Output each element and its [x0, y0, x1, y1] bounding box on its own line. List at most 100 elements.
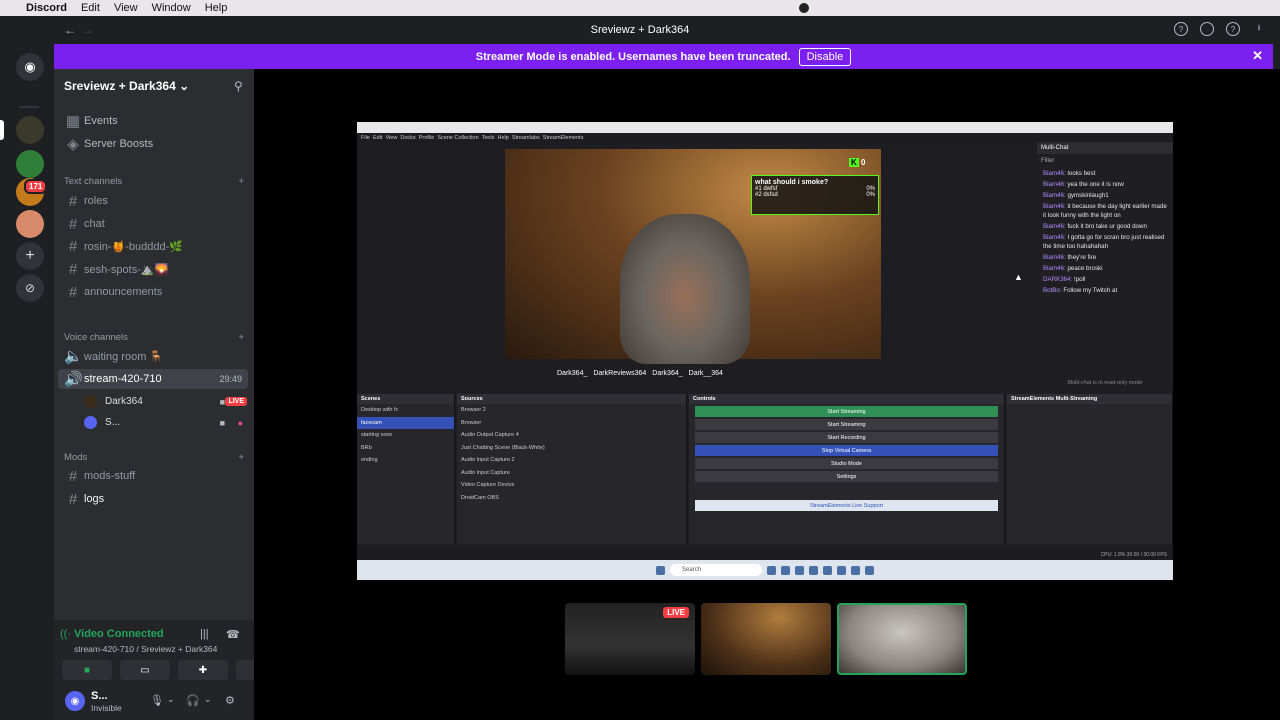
discord-home-icon[interactable]: ◉	[16, 53, 44, 81]
scene-item[interactable]: BRb	[357, 442, 454, 455]
server-icon-avatar[interactable]	[16, 210, 44, 238]
headphones-icon[interactable]: 🎧	[186, 694, 200, 707]
start-streaming-button-2[interactable]: Start Streaming	[695, 419, 998, 430]
taskbar-app-icon[interactable]	[865, 565, 874, 575]
poll-overlay: what should i smoke? #1 dwfsf 0% #2 dsfsd…	[751, 175, 879, 215]
back-arrow-icon[interactable]: ←	[64, 23, 76, 37]
settings-gear-icon[interactable]: ⚙	[225, 694, 235, 707]
menu-window[interactable]: Window	[152, 2, 191, 14]
source-item[interactable]: Audio Output Capture 4	[457, 429, 686, 442]
studio-mode-button[interactable]: Studio Mode	[695, 458, 998, 469]
obs-menu-item[interactable]: Streamlabs	[512, 135, 540, 141]
category-voice[interactable]: Voice channels +	[64, 332, 244, 343]
obs-menu-item[interactable]: StreamElements	[543, 135, 584, 141]
channel-sesh-spots[interactable]: # sesh-spots-⛰️🌄	[58, 259, 248, 279]
chevron-down-icon[interactable]: ⌄	[204, 694, 212, 705]
channel-rosin[interactable]: # rosin-🍯-budddd-🌿	[58, 236, 248, 256]
voice-channel-waiting-room[interactable]: 🔈 waiting room 🪑	[58, 346, 248, 366]
taskbar-app-icon[interactable]	[767, 565, 776, 575]
taskbar-app-icon[interactable]	[823, 565, 832, 575]
obs-menu-item[interactable]: Help	[498, 135, 509, 141]
windows-start-icon[interactable]	[656, 565, 665, 575]
stop-virtual-camera-button[interactable]: Stop Virtual Camera	[695, 445, 998, 456]
disable-button[interactable]: Disable	[798, 47, 852, 66]
add-channel-icon[interactable]: +	[238, 332, 244, 343]
screen-share-button[interactable]: ▭	[120, 660, 170, 680]
channel-announcements[interactable]: # announcements	[58, 282, 248, 302]
menu-edit[interactable]: Edit	[81, 2, 100, 14]
close-icon[interactable]: ✕	[1252, 48, 1263, 64]
channel-logs[interactable]: # logs	[58, 489, 248, 509]
source-item[interactable]: Browser	[457, 417, 686, 430]
scene-item[interactable]: ending	[357, 454, 454, 467]
explore-icon[interactable]: ⊘	[16, 274, 44, 302]
add-channel-icon[interactable]: +	[238, 176, 244, 187]
thumbnail-screen-share[interactable]: LIVE	[565, 603, 695, 675]
channel-roles[interactable]: # roles	[58, 191, 248, 211]
obs-menu-item[interactable]: Docks	[400, 135, 415, 141]
chat-message: DARK364: !poll	[1037, 274, 1173, 285]
add-channel-icon[interactable]: +	[238, 452, 244, 463]
thumbnail-self-camera[interactable]	[837, 603, 967, 675]
server-name[interactable]: Sreviewz + Dark364 ⌄	[64, 79, 189, 93]
channel-mods-stuff[interactable]: # mods-stuff	[58, 466, 248, 486]
obs-menu-item[interactable]: Tools	[482, 135, 495, 141]
source-item[interactable]: DroidCam OBS	[457, 492, 686, 505]
category-text[interactable]: Text channels +	[64, 176, 244, 187]
source-item[interactable]: Audio Input Capture	[457, 467, 686, 480]
se-support-button[interactable]: StreamElements Live Support	[695, 500, 998, 511]
noise-suppression-icon[interactable]: |||	[200, 628, 209, 640]
signal-icon[interactable]: ((·	[60, 628, 71, 640]
activities-button[interactable]: ✚	[178, 660, 228, 680]
forward-arrow-icon[interactable]: →	[82, 23, 94, 37]
obs-menu-item[interactable]: Edit	[373, 135, 382, 141]
scene-item[interactable]: Desktop with fc	[357, 404, 454, 417]
start-recording-button[interactable]: Start Recording	[695, 432, 998, 443]
chat-filter[interactable]: Filter	[1037, 154, 1173, 168]
chevron-down-icon[interactable]: ⌄	[167, 694, 175, 705]
speaker-icon: 🔈	[64, 348, 83, 365]
help-circle-icon[interactable]: ?	[1226, 22, 1240, 36]
voice-user-dark364[interactable]: Dark364 ■ LIVE	[84, 395, 249, 408]
screen-share-view[interactable]: File Edit View Docks Profile Scene Colle…	[357, 122, 1173, 580]
voice-user-s[interactable]: S... ■ ●	[84, 416, 249, 429]
taskbar-app-icon[interactable]	[781, 565, 790, 575]
menu-help[interactable]: Help	[205, 2, 228, 14]
scene-item[interactable]: facecam	[357, 416, 454, 429]
category-mods[interactable]: Mods +	[64, 452, 244, 463]
user-avatar[interactable]: ◉	[65, 691, 85, 711]
add-server-icon[interactable]: +	[16, 242, 44, 270]
inbox-icon[interactable]	[1200, 22, 1214, 36]
server-icon-leaf[interactable]	[16, 150, 44, 178]
taskbar-app-icon[interactable]	[795, 565, 804, 575]
source-item[interactable]: Just Chatting Scene (Black-White)	[457, 442, 686, 455]
events-item[interactable]: ▦ Events	[58, 111, 248, 131]
obs-menu-item[interactable]: View	[385, 135, 397, 141]
menu-view[interactable]: View	[114, 2, 138, 14]
scene-item[interactable]: starting soon	[357, 429, 454, 442]
taskbar-search[interactable]: Search	[670, 564, 762, 576]
channel-chat[interactable]: # chat	[58, 214, 248, 234]
taskbar-app-icon[interactable]	[837, 565, 846, 575]
obs-menu-item[interactable]: Scene Collection	[437, 135, 478, 141]
download-icon[interactable]: ⭳	[1252, 22, 1266, 36]
disconnect-icon[interactable]: ☎	[226, 628, 240, 641]
source-item[interactable]: Browser 2	[457, 404, 686, 417]
source-item[interactable]: Video Capture Device	[457, 479, 686, 492]
camera-button[interactable]: ■	[62, 660, 112, 680]
obs-menu-item[interactable]: Profile	[419, 135, 435, 141]
menu-app[interactable]: Discord	[26, 2, 67, 14]
source-item[interactable]: Audio Input Capture 2	[457, 454, 686, 467]
taskbar-app-icon[interactable]	[851, 565, 860, 575]
server-icon-sreviewz[interactable]	[16, 116, 44, 144]
invite-icon[interactable]: ⚲	[234, 79, 243, 93]
boosts-item[interactable]: ◈ Server Boosts	[58, 134, 248, 154]
start-streaming-button[interactable]: Start Streaming	[695, 406, 998, 417]
obs-menu-item[interactable]: File	[361, 135, 370, 141]
settings-button[interactable]: Settings	[695, 471, 998, 482]
help-icon[interactable]: ?	[1174, 22, 1188, 36]
thumbnail-dark364-camera[interactable]	[701, 603, 831, 675]
taskbar-app-icon[interactable]	[809, 565, 818, 575]
mic-icon[interactable]: 🎙	[150, 694, 164, 707]
voice-channel-stream[interactable]: 🔊 stream-420-710 29:49	[58, 369, 248, 389]
